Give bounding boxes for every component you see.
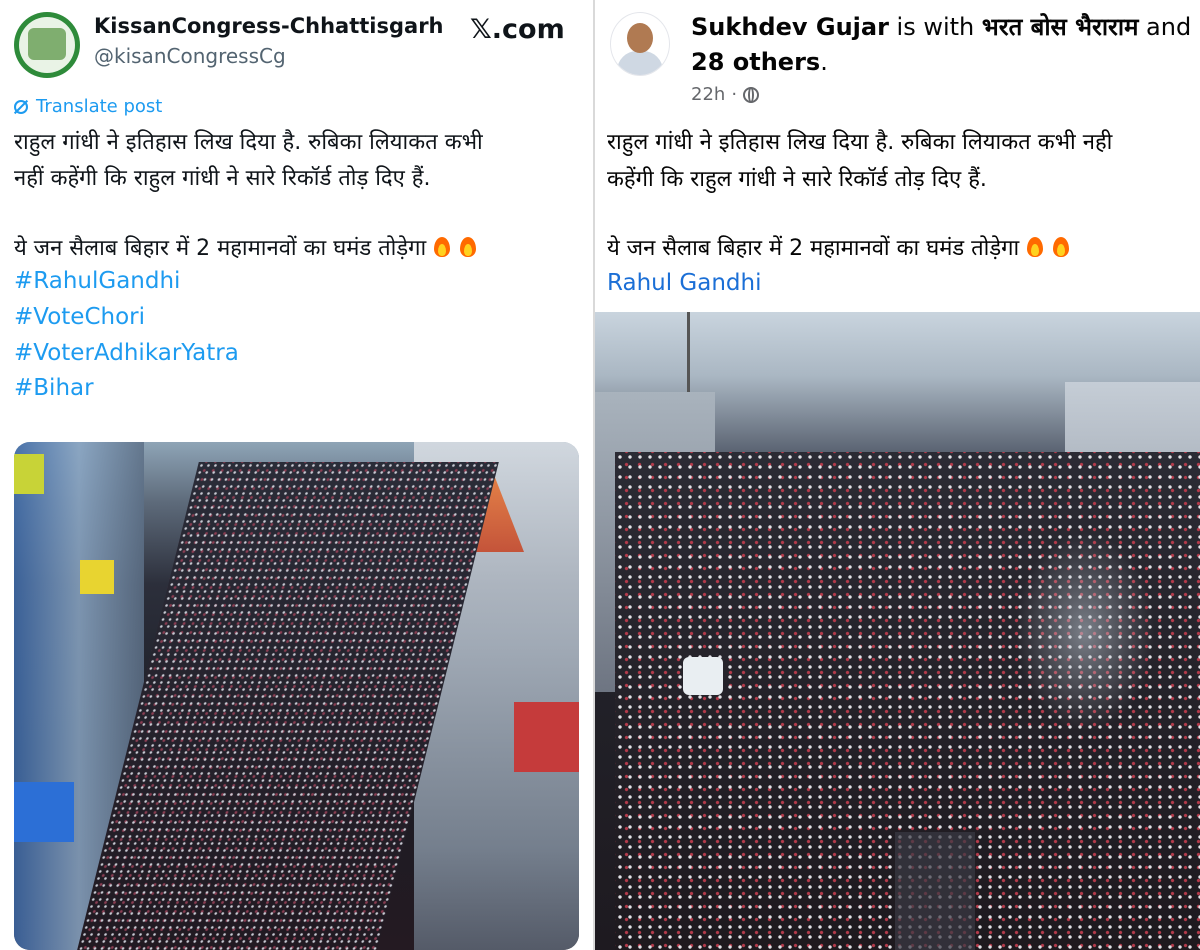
post-text-line-3: ये जन सैलाब बिहार में 2 महामानवों का घमं… (607, 232, 1071, 262)
post-header-line-2: 28 others. (691, 48, 828, 76)
media-vehicle (683, 657, 723, 695)
fire-icon (432, 234, 452, 258)
logo-emblem (28, 28, 66, 60)
author-avatar[interactable] (610, 12, 670, 76)
media-sign (80, 560, 114, 594)
rahul-gandhi-link[interactable]: Rahul Gandhi (607, 270, 762, 296)
author-name[interactable]: Sukhdev Gujar (691, 13, 889, 41)
meta-dot: · (731, 84, 738, 105)
period-text: . (820, 48, 828, 76)
avatar-body (617, 51, 663, 75)
post-text-line-2: कहेंगी कि राहुल गांधी ने सारे रिकॉर्ड तो… (607, 167, 987, 192)
and-text: and (1138, 13, 1192, 41)
x-logo: 𝕏.com (470, 14, 565, 45)
media-smoke (1015, 532, 1155, 732)
globe-icon[interactable] (743, 86, 760, 103)
right-post-facebook: Sukhdev Gujar is with भरत बोस भैराराम an… (595, 0, 1200, 950)
post-header-line-1: Sukhdev Gujar is with भरत बोस भैराराम an… (691, 10, 1191, 43)
is-with-text: is with (888, 13, 982, 41)
media-awning (14, 782, 74, 842)
post-meta: 22h · (691, 84, 760, 105)
account-handle[interactable]: @kisanCongressCg (94, 44, 286, 68)
others-link[interactable]: 28 others (691, 48, 820, 76)
post-text-line-2: नहीं कहेंगी कि राहुल गांधी ने सारे रिकॉर… (14, 166, 431, 191)
avatar-head (627, 23, 653, 53)
fire-icon (458, 234, 478, 258)
post-text-line-1: राहुल गांधी ने इतिहास लिख दिया है. रुबिक… (607, 130, 1113, 155)
translate-post-link[interactable]: Translate post (14, 96, 162, 117)
post-text-line-3: ये जन सैलाब बिहार में 2 महामानवों का घमं… (14, 232, 478, 262)
post-text-line-1: राहुल गांधी ने इतिहास लिख दिया है. रुबिक… (14, 130, 483, 155)
hashtag-bihar[interactable]: #Bihar (14, 375, 94, 401)
fire-icon (1051, 234, 1071, 258)
tagged-person[interactable]: भरत बोस भैराराम (982, 13, 1139, 41)
fire-icon (1025, 234, 1045, 258)
translate-label: Translate post (36, 96, 163, 117)
post-video-crowd[interactable] (595, 312, 1200, 950)
left-post-x: KissanCongress-Chhattisgarh @kisanCongre… (0, 0, 593, 950)
translate-icon (14, 99, 28, 114)
media-sign (14, 454, 44, 494)
hashtag-votechori[interactable]: #VoteChori (14, 304, 145, 330)
hashtag-rahulgandhi[interactable]: #RahulGandhi (14, 268, 180, 294)
media-pole (687, 312, 690, 402)
post-time[interactable]: 22h (691, 84, 725, 105)
account-name[interactable]: KissanCongress-Chhattisgarh (94, 14, 444, 38)
post-video-crowd[interactable] (14, 442, 579, 950)
post-text-line-3-text: ये जन सैलाब बिहार में 2 महामानवों का घमं… (14, 236, 427, 261)
account-avatar[interactable] (14, 12, 80, 78)
media-sign (514, 702, 579, 772)
post-text-line-3-text: ये जन सैलाब बिहार में 2 महामानवों का घमं… (607, 236, 1020, 261)
hashtag-voteradhikaryatra[interactable]: #VoterAdhikarYatra (14, 340, 239, 366)
media-road (895, 832, 975, 950)
